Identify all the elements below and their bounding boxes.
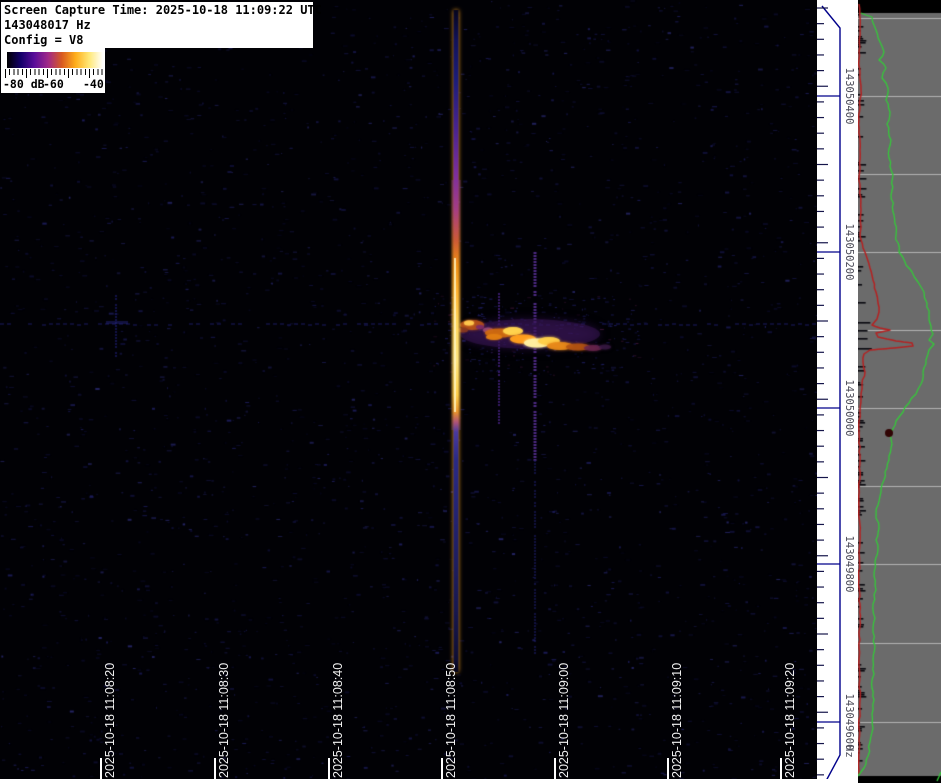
freq-axis-label-0: 143050400 — [843, 68, 855, 125]
freq-axis-label-3: 143049800 — [843, 536, 855, 593]
capture-time-text: Screen Capture Time: 2025-10-18 11:09:22… — [4, 3, 313, 18]
db-label-minus80: -80 dB — [3, 77, 45, 91]
time-tick-4 — [554, 758, 556, 779]
waterfall-spectrogram — [0, 0, 820, 783]
center-frequency-text: 143048017 Hz — [4, 18, 313, 33]
time-tick-0 — [100, 758, 102, 779]
time-tick-5 — [667, 758, 669, 779]
color-scale-gradient-bar — [7, 52, 103, 68]
capture-info-box: Screen Capture Time: 2025-10-18 11:09:22… — [1, 2, 313, 48]
frequency-scale: 143050400 143050200 143050000 143049800 1430… — [817, 0, 858, 783]
time-tick-2 — [328, 758, 330, 779]
color-scale-labels: -80 dB -60 -40 — [1, 77, 105, 92]
time-axis-label-0: 2025-10-18 11:08:20 — [103, 663, 117, 778]
freq-axis-label-4: 143049600 — [843, 694, 855, 751]
time-axis-label-4: 2025-10-18 11:09:00 — [557, 663, 571, 778]
time-axis-label-3: 2025-10-18 11:08:50 — [444, 663, 458, 778]
db-label-minus40: -40 — [83, 77, 104, 91]
time-tick-3 — [441, 758, 443, 779]
spectrum-graph-panel — [858, 0, 941, 783]
freq-axis-label-2: 143050000 — [843, 380, 855, 437]
spectrum-capture-window: Screen Capture Time: 2025-10-18 11:09:22… — [0, 0, 941, 783]
freq-axis-label-1: 143050200 — [843, 224, 855, 281]
bottom-frame-line — [0, 779, 858, 783]
time-tick-6 — [780, 758, 782, 779]
time-axis-label-1: 2025-10-18 11:08:30 — [217, 663, 231, 778]
time-axis-label-2: 2025-10-18 11:08:40 — [331, 663, 345, 778]
time-axis-label-6: 2025-10-18 11:09:20 — [783, 663, 797, 778]
color-scale-legend: -80 dB -60 -40 — [1, 48, 105, 93]
time-tick-1 — [214, 758, 216, 779]
freq-axis-unit-label: Hz — [843, 745, 855, 758]
config-text: Config = V8 — [4, 33, 313, 48]
time-axis-label-5: 2025-10-18 11:09:10 — [670, 663, 684, 778]
db-label-minus60: -60 — [43, 77, 64, 91]
